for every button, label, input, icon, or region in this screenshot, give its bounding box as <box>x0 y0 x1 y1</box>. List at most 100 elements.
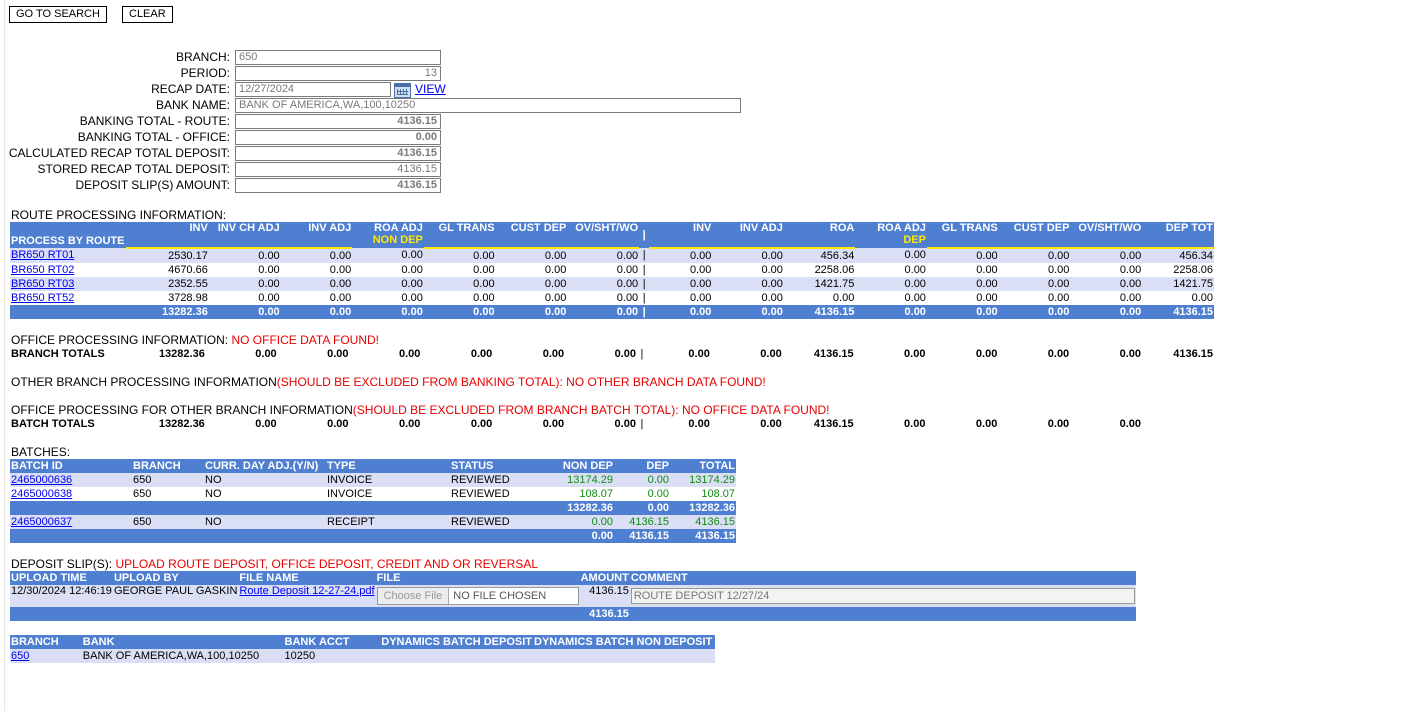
value-cell: 0.00 <box>401 263 423 276</box>
route-link[interactable]: BR650 RT03 <box>11 278 74 290</box>
value-cell: 0.00 <box>616 263 639 276</box>
stored-recap-field[interactable]: 4136.15 <box>235 162 441 177</box>
value-cell: 0.00 <box>689 263 712 276</box>
table-row: BR650 RT02 4670.66 0.00 0.00 0.00 0.00 0.00 0.0… <box>10 263 1214 277</box>
total-cell: 0.00 <box>760 417 782 430</box>
recap-date-field[interactable]: 12/27/2024 <box>235 82 391 97</box>
batch-type: RECEIPT <box>327 515 375 528</box>
value-cell: 0.00 <box>976 291 998 304</box>
batch-id-cell: 2465000636 <box>10 473 132 487</box>
deposit-file-name-cell: Route Deposit 12-27-24.pdf <box>238 585 375 607</box>
batch-branch: 650 <box>133 515 152 528</box>
total-cell <box>1142 417 1214 431</box>
file-input[interactable]: Choose File NO FILE CHOSEN <box>376 587 579 605</box>
deposit-file-link[interactable]: Route Deposit 12-27-24.pdf <box>239 585 374 597</box>
total-cell: 4136.15 <box>813 417 854 430</box>
bank-name-field[interactable]: BANK OF AMERICA,WA,100,10250 <box>235 98 741 113</box>
calendar-icon[interactable] <box>394 83 411 98</box>
batch-adj: NO <box>205 515 222 528</box>
branch-label: BRANCH: <box>175 50 230 64</box>
total-cell: 0.00 <box>614 417 636 430</box>
batch-total: 13174.29 <box>689 473 735 486</box>
batch-col-id: BATCH ID <box>11 459 63 472</box>
total-cell: 13282.36 <box>161 305 208 318</box>
value-cell: 0.00 <box>329 291 352 304</box>
batch-status: REVIEWED <box>451 473 510 486</box>
total-cell: 0.00 <box>904 417 926 430</box>
value-cell: 0.00 <box>761 277 783 290</box>
choose-file-button[interactable]: Choose File <box>377 588 450 604</box>
batch-subtotal-nondep: 0.00 <box>591 529 613 542</box>
value-cell: 0.00 <box>1048 263 1070 276</box>
total-cell: 0.00 <box>327 347 349 360</box>
deposit-slip-amount-field: 4136.15 <box>235 178 441 193</box>
batch-col-adj: CURR. DAY ADJ.(Y/N) <box>205 459 319 472</box>
value-cell: 0.00 <box>1191 291 1213 304</box>
value-cell: 0.00 <box>904 291 926 304</box>
route-link[interactable]: BR650 RT02 <box>11 264 74 276</box>
bank-dbd <box>380 649 533 663</box>
separator-cell: | <box>642 263 646 276</box>
value-cell: 0.00 <box>1048 277 1070 290</box>
table-row: BR650 RT52 3728.98 0.00 0.00 0.00 0.00 0.00 0.0… <box>10 291 1214 305</box>
total-cell: 0.00 <box>689 305 712 318</box>
deposit-comment-cell: ROUTE DEPOSIT 12/27/24 <box>630 585 1136 607</box>
total-cell: 0.00 <box>614 347 636 360</box>
route-processing-title: ROUTE PROCESSING INFORMATION: <box>11 208 227 222</box>
batch-subtotal-row: 13282.36 0.00 13282.36 <box>10 501 736 515</box>
batches-title: BATCHES: <box>11 445 71 459</box>
total-cell: 0.00 <box>329 305 352 318</box>
value-cell: 0.00 <box>761 291 783 304</box>
bank-col-acct: BANK ACCT <box>284 635 350 648</box>
no-file-chosen-text: NO FILE CHOSEN <box>453 590 547 602</box>
value-cell: 1421.75 <box>1173 277 1213 290</box>
batch-id-link[interactable]: 2465000638 <box>11 488 72 500</box>
branch-field[interactable]: 650 <box>235 50 441 65</box>
value-cell: 0.00 <box>1119 263 1142 276</box>
batch-col-status: STATUS <box>451 459 494 472</box>
total-cell: 4136.15 <box>814 305 855 318</box>
route-table: PROCESS BY ROUTE INV INV CH ADJ INV ADJ … <box>10 222 1214 319</box>
route-col-roa-adj-label: ROA ADJ <box>374 222 423 234</box>
period-field[interactable]: 13 <box>235 66 441 81</box>
batch-id-link[interactable]: 2465000637 <box>11 516 72 528</box>
total-cell: 0.00 <box>688 347 710 360</box>
deposit-file-cell: Choose File NO FILE CHOSEN <box>376 585 580 607</box>
upload-deposit-link[interactable]: UPLOAD ROUTE DEPOSIT, OFFICE DEPOSIT, CR… <box>115 557 538 571</box>
batch-dep: 0.00 <box>647 473 669 486</box>
route-total-row: 13282.36 0.00 0.00 0.00 0.00 0.00 0.00 | 0.00 0.0… <box>10 305 1214 319</box>
value-cell: 0.00 <box>473 249 495 262</box>
route-link[interactable]: BR650 RT01 <box>11 249 74 261</box>
batch-id-link[interactable]: 2465000636 <box>11 474 72 486</box>
total-cell: 0.00 <box>327 417 349 430</box>
clear-button[interactable]: CLEAR <box>122 6 173 23</box>
route-col-inv-adj2: INV ADJ <box>712 222 784 249</box>
bank-branch-link[interactable]: 650 <box>11 650 29 662</box>
batch-col-type: TYPE <box>327 459 356 472</box>
total-cell: 13282.36 <box>158 347 205 360</box>
value-cell: 0.00 <box>689 291 712 304</box>
go-to-search-button[interactable]: GO TO SEARCH <box>9 6 107 23</box>
batch-nondep: 0.00 <box>591 515 613 528</box>
value-cell: 0.00 <box>473 277 495 290</box>
bank-branch-cell: 650 <box>10 649 82 663</box>
deposit-col-by: UPLOAD BY <box>113 571 179 584</box>
table-row: 2465000636 650 NO INVOICE REVIEWED 13174… <box>10 473 736 487</box>
total-cell: 0.00 <box>398 347 421 360</box>
route-col-roa-adj: ROA ADJ NON DEP <box>352 222 424 248</box>
route-link[interactable]: BR650 RT52 <box>11 292 74 304</box>
total-cell: 0.00 <box>255 347 277 360</box>
deposit-comment-field[interactable]: ROUTE DEPOSIT 12/27/24 <box>630 588 1135 604</box>
value-cell: 0.00 <box>689 277 712 290</box>
value-cell: 0.00 <box>904 249 926 261</box>
value-cell: 0.00 <box>329 249 352 262</box>
value-cell: 0.00 <box>832 291 855 304</box>
value-cell: 456.34 <box>820 249 855 262</box>
value-cell: 0.00 <box>329 277 352 290</box>
value-cell: 0.00 <box>473 263 495 276</box>
view-link[interactable]: VIEW <box>415 82 446 96</box>
batches-table: BATCH ID BRANCH CURR. DAY ADJ.(Y/N) TYPE… <box>10 459 736 543</box>
deposit-slip-amount-label: DEPOSIT SLIP(S) AMOUNT: <box>75 178 230 192</box>
deposit-slips-title: DEPOSIT SLIP(S): UPLOAD ROUTE DEPOSIT, O… <box>11 557 538 571</box>
calculated-recap-field: 4136.15 <box>235 146 441 161</box>
